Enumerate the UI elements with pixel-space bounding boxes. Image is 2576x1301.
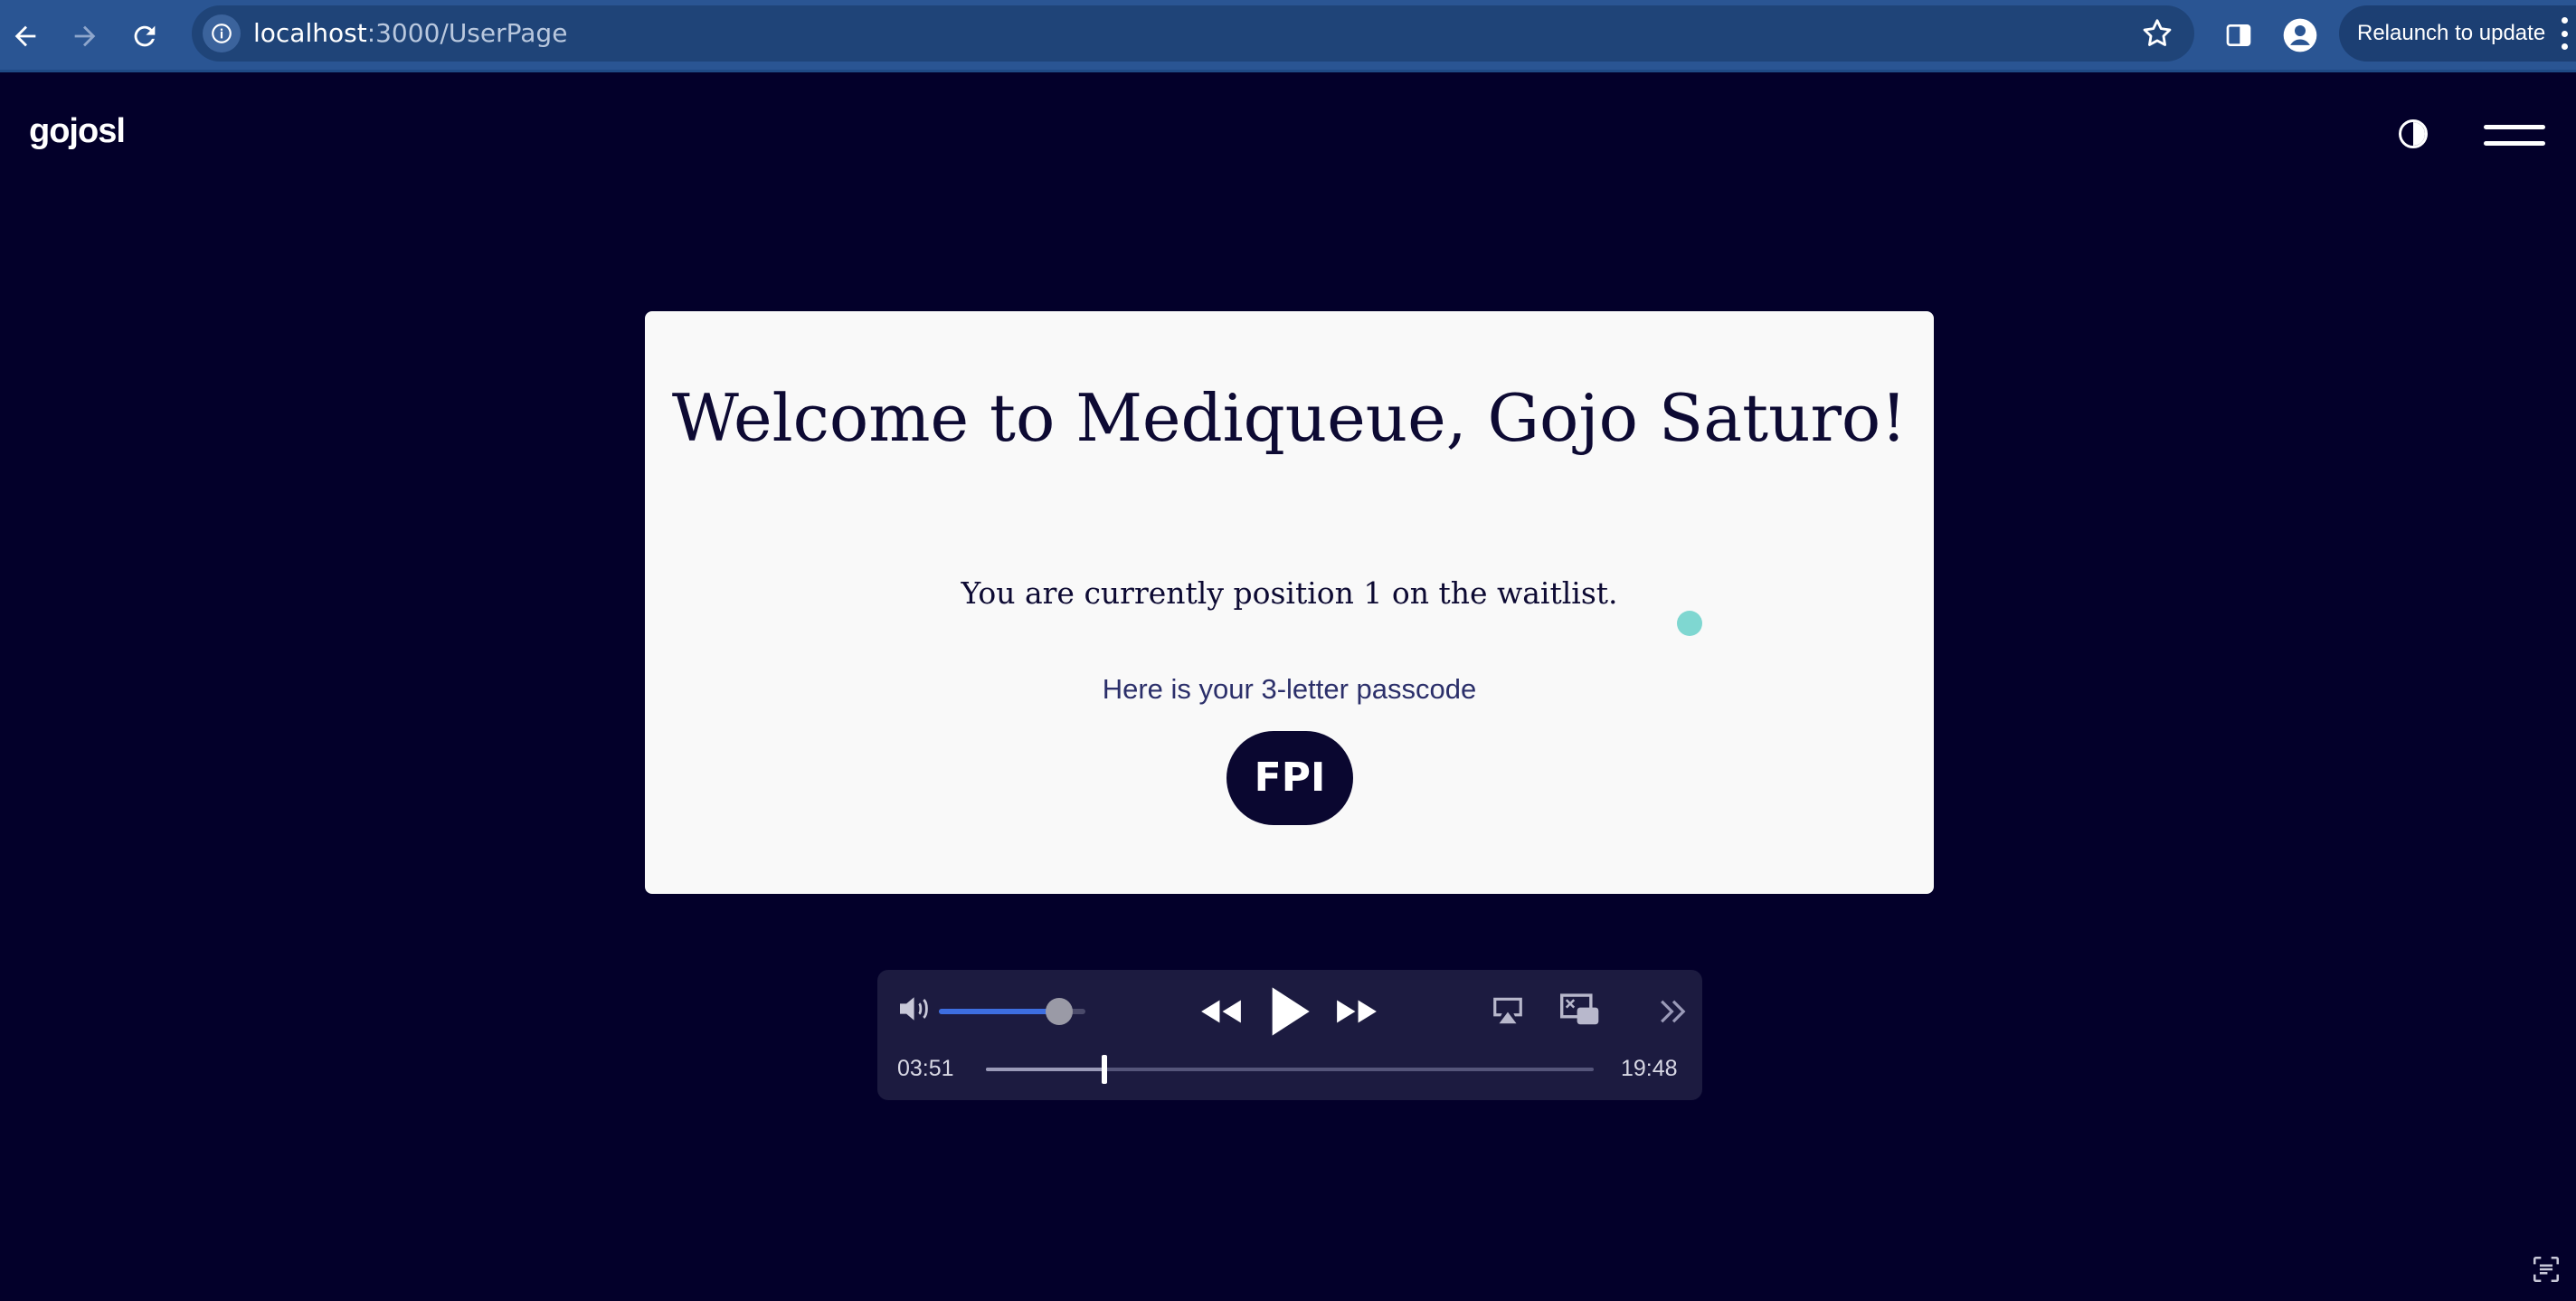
picture-in-picture-button[interactable] bbox=[1559, 992, 1601, 1030]
volume-slider[interactable] bbox=[939, 998, 1085, 1025]
browser-toolbar: localhost:3000/UserPage Relaunch to upda… bbox=[0, 0, 2576, 72]
forward-button[interactable] bbox=[60, 11, 110, 62]
back-button[interactable] bbox=[0, 11, 51, 62]
total-duration: 19:48 bbox=[1621, 1056, 1678, 1081]
passcode-label: Here is your 3-letter passcode bbox=[1102, 673, 1477, 705]
url-host: localhost bbox=[253, 18, 367, 48]
hamburger-menu-icon[interactable] bbox=[2484, 121, 2545, 148]
google-lens-icon[interactable] bbox=[2531, 1254, 2562, 1285]
skip-forward-button[interactable] bbox=[1657, 993, 1690, 1030]
profile-icon bbox=[2283, 18, 2317, 52]
welcome-title: Welcome to Mediqueue, Gojo Saturo! bbox=[671, 380, 1908, 456]
airplay-icon bbox=[1493, 997, 1522, 1024]
waitlist-position-text: You are currently position 1 on the wait… bbox=[961, 575, 1618, 611]
airplay-button[interactable] bbox=[1489, 992, 1527, 1030]
picture-in-picture-icon bbox=[1560, 993, 1599, 1025]
reload-button[interactable] bbox=[119, 11, 170, 62]
passcode-badge: FPI bbox=[1226, 731, 1353, 825]
reload-icon bbox=[134, 25, 156, 47]
side-panel-icon bbox=[2226, 24, 2251, 46]
cursor-indicator bbox=[1677, 611, 1702, 636]
welcome-card: Welcome to Mediqueue, Gojo Saturo! You a… bbox=[645, 311, 1934, 894]
bookmark-star-icon[interactable] bbox=[2140, 16, 2174, 51]
play-icon bbox=[1272, 987, 1310, 1036]
media-controls: 03:51 19:48 bbox=[877, 970, 1702, 1100]
relaunch-label: Relaunch to update bbox=[2357, 21, 2546, 45]
skip-forward-icon bbox=[1661, 1000, 1686, 1023]
play-button[interactable] bbox=[1264, 983, 1315, 1040]
volume-thumb[interactable] bbox=[1045, 998, 1073, 1025]
theme-toggle-icon[interactable] bbox=[2399, 119, 2428, 148]
url-path: :3000/UserPage bbox=[366, 18, 568, 48]
side-panel-button[interactable] bbox=[2218, 14, 2259, 56]
seek-progress bbox=[986, 1068, 1105, 1071]
rewind-button[interactable] bbox=[1196, 992, 1246, 1031]
relaunch-button[interactable]: Relaunch to update bbox=[2339, 5, 2576, 62]
more-vert-icon[interactable] bbox=[2562, 17, 2569, 50]
volume-level bbox=[939, 1009, 1059, 1014]
fast-forward-button[interactable] bbox=[1331, 992, 1382, 1031]
forward-icon bbox=[74, 25, 96, 47]
fast-forward-icon bbox=[1337, 1000, 1377, 1023]
seek-bar[interactable] bbox=[986, 1055, 1594, 1084]
profile-button[interactable] bbox=[2279, 14, 2321, 56]
seek-thumb[interactable] bbox=[1102, 1055, 1108, 1084]
elapsed-time: 03:51 bbox=[897, 1056, 954, 1081]
rewind-icon bbox=[1201, 1000, 1241, 1023]
volume-icon[interactable] bbox=[897, 993, 933, 1024]
site-info-icon[interactable] bbox=[203, 14, 241, 52]
url-text[interactable]: localhost:3000/UserPage bbox=[253, 5, 567, 62]
back-icon bbox=[14, 25, 36, 47]
app-logo[interactable]: gojosl bbox=[29, 112, 126, 151]
address-bar[interactable]: localhost:3000/UserPage bbox=[192, 5, 2194, 62]
